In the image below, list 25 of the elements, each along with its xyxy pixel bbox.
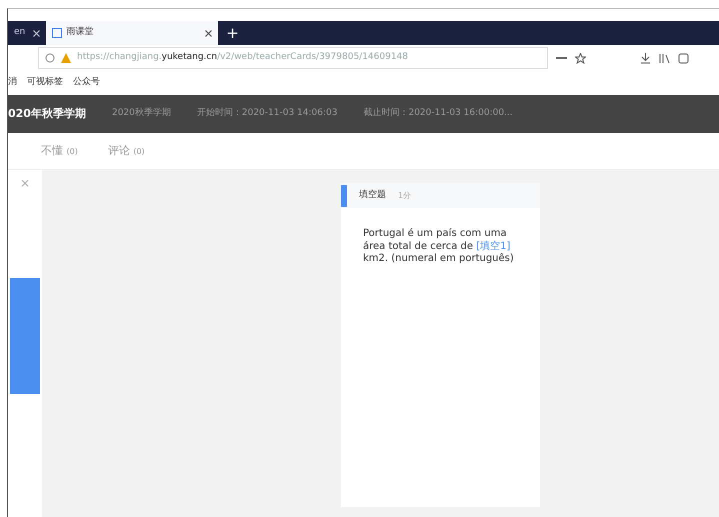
info-icon <box>45 53 55 63</box>
url-text: https://changjiang.yuketang.cn/v2/web/teacherCards/3979805/14609148 <box>77 51 408 64</box>
browser-tab[interactable]: 雨课堂 <box>46 21 218 45</box>
menu-icon[interactable] <box>556 56 567 60</box>
close-icon[interactable] <box>205 30 212 36</box>
header-info: 开始时间：2020-11-03 14:06:03 <box>196 107 338 120</box>
bookmark-item[interactable]: 公众号 <box>73 76 100 90</box>
address-bar[interactable]: https://changjiang.yuketang.cn/v2/web/teacherCards/3979805/14609148 <box>38 47 548 69</box>
star-icon[interactable] <box>575 52 586 64</box>
question-type: 填空题 <box>359 188 386 202</box>
accent-bar <box>341 184 347 206</box>
question-score: 1分 <box>398 190 412 202</box>
new-tab-button[interactable]: + <box>218 21 247 45</box>
course-title: 020年秋季学期 <box>8 106 86 122</box>
bookmark-item[interactable]: 可视标签 <box>27 76 63 90</box>
bookmark-item[interactable]: 消 <box>8 76 17 90</box>
page-icon <box>52 28 62 38</box>
download-icon[interactable] <box>640 52 651 64</box>
warning-icon <box>61 53 71 63</box>
question-text: Portugal é um país com uma área total de cerca de [填空1] km2. (numeral em português) <box>362 227 515 266</box>
header-info: 截止时间：2020-11-03 16:00:00... <box>363 107 513 120</box>
sync-icon[interactable] <box>678 52 689 64</box>
browser-tab[interactable]: en <box>8 21 46 45</box>
header-info: 2020秋季学期 <box>112 107 171 120</box>
library-icon[interactable] <box>659 52 670 64</box>
